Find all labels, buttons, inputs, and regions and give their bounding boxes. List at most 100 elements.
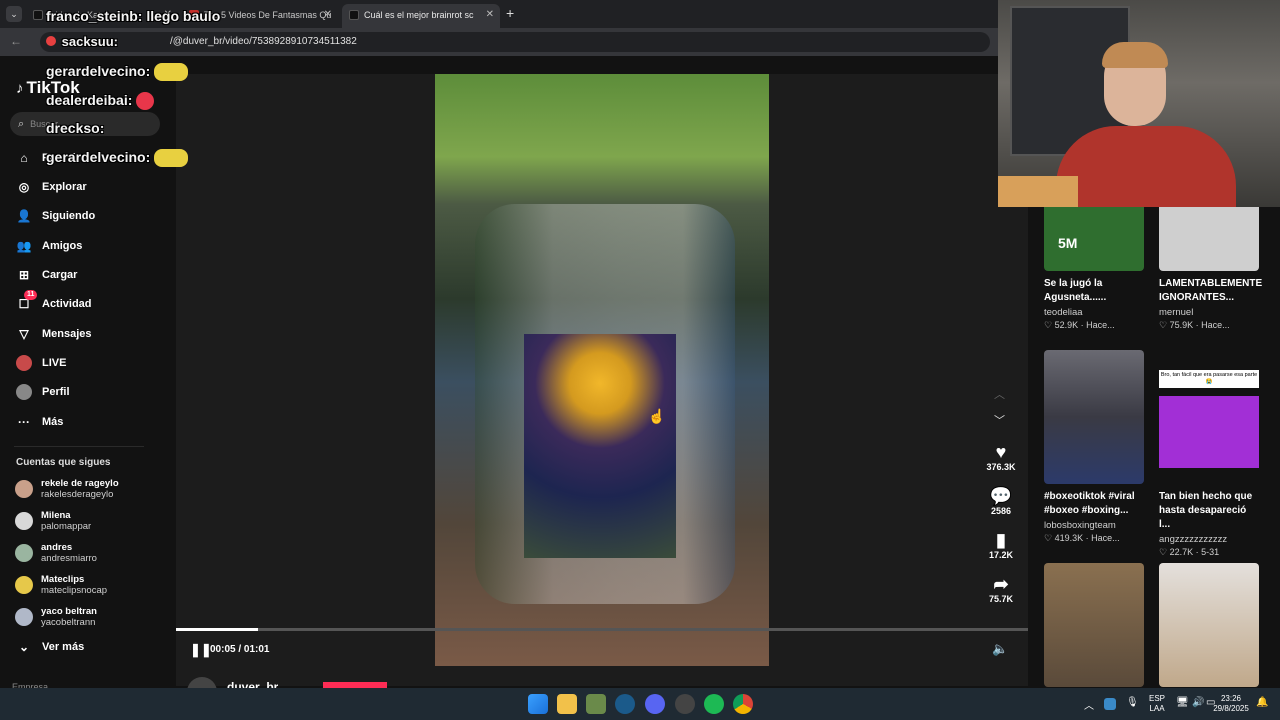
compass-icon: ◎	[18, 180, 30, 194]
close-tab-icon[interactable]: ✕	[486, 9, 494, 20]
chevron-down-icon: ⌄	[18, 640, 30, 654]
avatar	[15, 480, 33, 498]
progress-track[interactable]	[176, 628, 1028, 631]
related-video-card[interactable]: #boxeotiktok #viral #boxeo #boxing... lo…	[1044, 350, 1144, 544]
webcam-person-shirt	[1056, 126, 1236, 207]
video-meta: ♡ 22.7K · 5-31	[1159, 547, 1220, 557]
profile-icon	[16, 384, 32, 400]
related-video-card[interactable]	[1159, 563, 1259, 687]
author-name[interactable]: duver_br	[227, 680, 278, 688]
video-thumbnail	[1044, 563, 1144, 687]
file-explorer-icon[interactable]	[557, 694, 577, 714]
heart-icon: ♥	[995, 442, 1007, 462]
chrome-icon[interactable]	[733, 694, 753, 714]
sidebar-item-perfil[interactable]: Perfil	[16, 381, 70, 403]
pause-button[interactable]: ❚❚	[190, 642, 212, 658]
tray-chevron-icon[interactable]: ︿	[1084, 697, 1094, 712]
sidebar-item-amigos[interactable]: 👥 Amigos	[16, 235, 83, 257]
see-more-button[interactable]: ⌄ Ver más	[16, 636, 84, 658]
avatar	[15, 608, 33, 626]
related-video-card[interactable]: LAMENTABLEMENTE IGNORANTES... mernuel ♡ …	[1159, 207, 1262, 331]
video-author: angzzzzzzzzzzz	[1159, 534, 1228, 545]
tab-list-chevron-icon[interactable]: ⌄	[6, 6, 22, 22]
comment-button[interactable]: 💬 2586	[982, 486, 1020, 516]
video-thumbnail: Bro, tan fácil que era pasarse esa parte…	[1159, 350, 1259, 484]
language-indicator[interactable]: ESP LAA	[1146, 694, 1168, 714]
following-icon: 👤	[16, 209, 32, 223]
video-thumbnail	[1044, 350, 1144, 484]
chat-message: dealerdeibai:	[46, 92, 155, 111]
video-author: lobosboxingteam	[1044, 520, 1116, 531]
heart-outline-icon: ♡	[1044, 533, 1053, 543]
friends-icon: 👥	[16, 239, 32, 253]
video-author: mernuel	[1159, 307, 1194, 318]
progress-fill	[176, 628, 258, 631]
previous-video-icon[interactable]: ︿	[994, 386, 1005, 402]
notification-icon[interactable]: 🔔	[1256, 697, 1268, 708]
followed-account[interactable]: Milena palomappar	[15, 506, 91, 536]
app-icon[interactable]	[675, 694, 695, 714]
chat-message: sacksuu:	[46, 34, 118, 49]
url-input[interactable]: /@duver_br/video/7538928910734511382	[40, 32, 990, 52]
followed-account[interactable]: Mateclips mateclipsnocap	[15, 570, 107, 600]
cursor-hand-icon: ☝	[648, 408, 666, 424]
bookmark-icon: ▮	[996, 530, 1006, 550]
followed-account[interactable]: yaco beltran yacobeltrann	[15, 602, 97, 632]
volume-tray-icon[interactable]: 🔊	[1192, 697, 1204, 708]
sidebar-item-mas[interactable]: ··· Más	[16, 411, 63, 433]
more-icon: ···	[18, 415, 30, 429]
send-icon: ▽	[19, 327, 29, 341]
share-icon: ➦	[993, 574, 1009, 594]
inbox-icon: ☐ 11	[16, 290, 38, 312]
like-button[interactable]: ♥ 376.3K	[982, 442, 1020, 472]
chat-message: gerardelvecino:	[46, 149, 189, 168]
sidebar-item-actividad[interactable]: ☐ 11 Actividad	[16, 290, 92, 315]
chat-message: gerardelvecino:	[46, 63, 189, 82]
bookmark-button[interactable]: ▮ 17.2K	[982, 530, 1020, 560]
app-icon[interactable]	[586, 694, 606, 714]
tray-app-icon[interactable]	[1104, 698, 1116, 710]
sidebar-item-live[interactable]: LIVE	[16, 352, 66, 374]
back-arrow-icon[interactable]: ←	[10, 34, 22, 48]
close-tab-icon[interactable]: ✕	[324, 9, 332, 20]
next-video-icon[interactable]: ﹀	[994, 412, 1005, 428]
video-meta: ♡ 52.9K · Hace...	[1044, 320, 1115, 330]
avatar	[15, 576, 33, 594]
live-icon	[16, 355, 32, 371]
avatar	[15, 512, 33, 530]
related-video-card[interactable]: Bro, tan fácil que era pasarse esa parte…	[1159, 350, 1259, 558]
related-video-card[interactable]	[1044, 563, 1144, 687]
network-icon[interactable]: 🖥	[1176, 697, 1189, 708]
followed-account[interactable]: andres andresmiarro	[15, 538, 97, 568]
chat-emote-icon	[136, 92, 155, 111]
sidebar-item-cargar[interactable]: ⊞ Cargar	[16, 264, 78, 286]
chat-message: drecksо:	[46, 120, 105, 136]
chat-emote-icon	[154, 63, 189, 82]
windows-start-icon[interactable]	[528, 694, 548, 714]
search-icon: ⌕	[18, 117, 25, 130]
tiktok-favicon-icon	[33, 10, 43, 20]
share-button[interactable]: ➦ 75.7K	[982, 574, 1020, 604]
browser-tab-active[interactable]: Cuál es el mejor brainrot sc ✕	[342, 4, 500, 28]
video-thumbnail: 5M	[1044, 207, 1144, 271]
video-title: Tan bien hecho que hasta desapareció l..…	[1159, 491, 1253, 530]
sidebar-item-siguiendo[interactable]: 👤 Siguiendo	[16, 205, 96, 227]
discord-icon[interactable]	[645, 694, 665, 714]
chat-message: franco_steinb: llego baulo	[46, 8, 221, 24]
steam-icon[interactable]	[615, 694, 635, 714]
volume-icon[interactable]: 🔈	[992, 641, 1008, 657]
heart-outline-icon: ♡	[1044, 320, 1053, 330]
heart-outline-icon: ♡	[1159, 320, 1168, 330]
spotify-icon[interactable]	[704, 694, 724, 714]
chat-emote-icon	[154, 149, 189, 168]
related-video-card[interactable]: 5M Se la jugó la Agusneta...... teodelia…	[1044, 207, 1144, 331]
followed-account[interactable]: rekele de rageylo rakelesderageylo	[15, 474, 119, 504]
sidebar-item-explorar[interactable]: ◎ Explorar	[16, 176, 87, 198]
sidebar-item-mensajes[interactable]: ▽ Mensajes	[16, 323, 91, 345]
sidebar-divider	[14, 446, 144, 447]
clock[interactable]: 23:26 29/8/2025	[1210, 694, 1252, 714]
upload-icon: ⊞	[18, 268, 30, 282]
new-tab-button[interactable]: +	[506, 5, 514, 21]
video-title: #boxeotiktok #viral #boxeo #boxing...	[1044, 491, 1135, 516]
microphone-icon[interactable]: 🎙	[1126, 697, 1139, 708]
